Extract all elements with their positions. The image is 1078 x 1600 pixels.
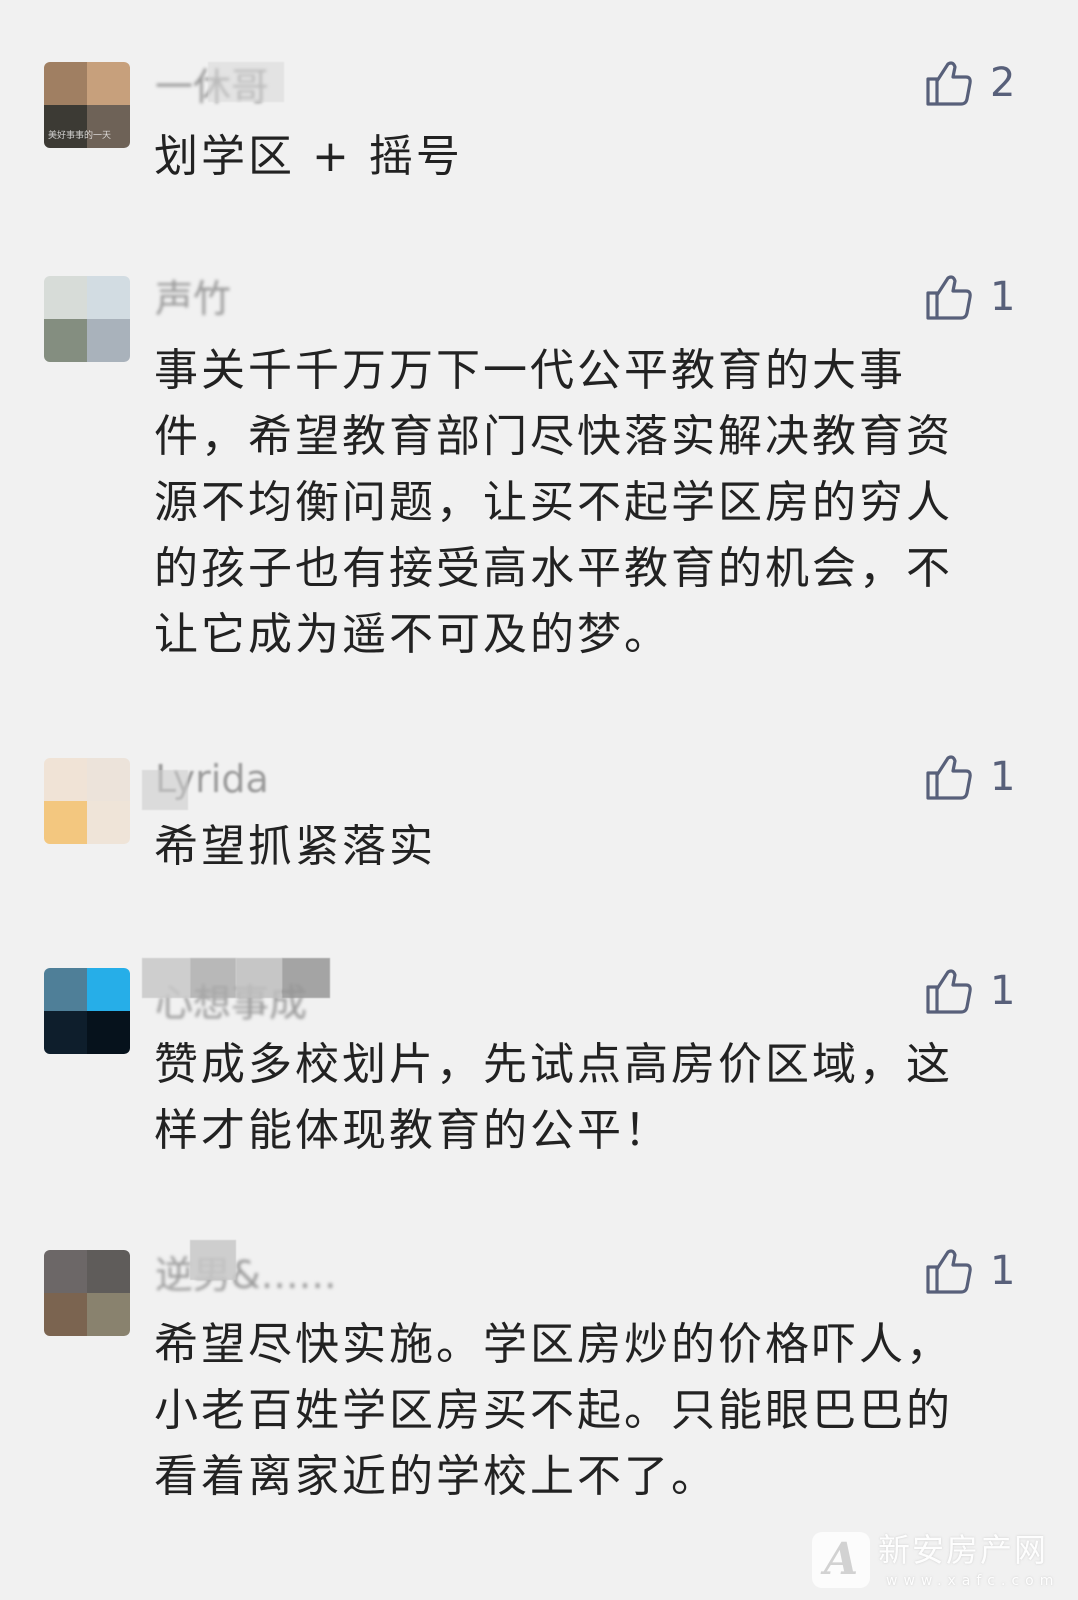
like-button[interactable]: 1 [924, 1246, 1044, 1302]
avatar[interactable]: 美好事事的一天 [44, 62, 130, 148]
like-button[interactable]: 1 [924, 966, 1044, 1022]
avatar[interactable] [44, 276, 130, 362]
thumbs-up-icon [926, 275, 972, 320]
username-mosaic [282, 958, 330, 998]
watermark-logo: A [812, 1532, 870, 1588]
like-count: 1 [990, 1248, 1016, 1294]
like-count: 1 [990, 968, 1016, 1014]
like-button[interactable]: 1 [924, 752, 1044, 808]
comment-text: 事关千千万万下一代公平教育的大事 件，希望教育部门尽快落实解决教育资 源不均衡问… [154, 345, 953, 660]
avatar[interactable] [44, 968, 130, 1054]
like-count: 1 [990, 754, 1016, 800]
username-mosaic [142, 770, 188, 810]
site-watermark: A 新安房产网 www.xafc.com [812, 1530, 1062, 1594]
watermark-url: www.xafc.com [886, 1573, 1060, 1589]
username[interactable]: 逆男&…… [155, 1252, 337, 1298]
like-count: 2 [990, 60, 1016, 106]
comment-text: 希望尽快实施。学区房炒的价格吓人， 小老百姓学区房买不起。只能眼巴巴的 看着离家… [154, 1319, 953, 1502]
avatar-caption: 美好事事的一天 [48, 131, 112, 141]
username-mosaic [190, 958, 236, 998]
watermark-logo-letter: A [824, 1534, 859, 1585]
username-mosaic [236, 958, 282, 998]
avatar[interactable] [44, 1250, 130, 1336]
avatar[interactable] [44, 758, 130, 844]
username[interactable]: 声竹 [155, 276, 231, 322]
username-mosaic [142, 958, 190, 998]
like-button[interactable]: 2 [924, 58, 1044, 114]
thumbs-up-icon [926, 61, 972, 106]
username-mosaic [208, 62, 284, 102]
username-mosaic [190, 1240, 236, 1280]
thumbs-up-icon [926, 1249, 972, 1294]
like-count: 1 [990, 274, 1016, 320]
like-button[interactable]: 1 [924, 272, 1044, 328]
thumbs-up-icon [926, 969, 972, 1014]
comment-text: 划学区 + 摇号 [154, 131, 463, 182]
watermark-title: 新安房产网 [878, 1531, 1049, 1569]
comment-text: 希望抓紧落实 [154, 821, 436, 872]
thumbs-up-icon [926, 755, 972, 800]
comment-text: 赞成多校划片，先试点高房价区域，这 样才能体现教育的公平！ [154, 1039, 953, 1156]
